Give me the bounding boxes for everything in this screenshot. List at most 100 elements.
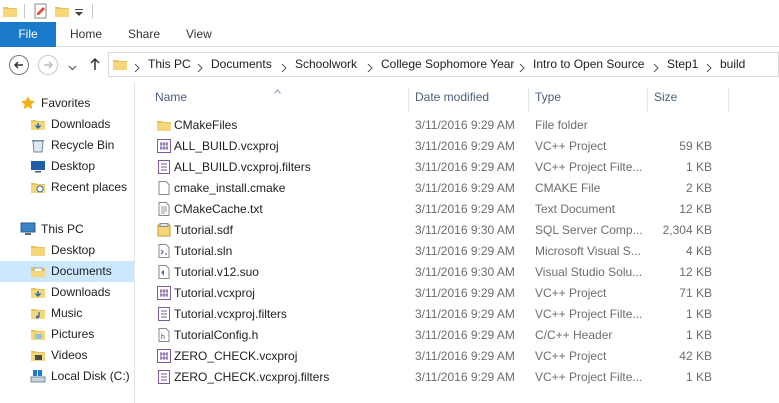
breadcrumb-separator-icon[interactable] — [134, 61, 140, 73]
new-folder-icon[interactable] — [54, 3, 70, 19]
filters-icon — [156, 306, 172, 322]
breadcrumb-intro-to-open-source[interactable]: Intro to Open Source — [533, 53, 644, 76]
file-size: 12 KB — [679, 202, 712, 216]
file-row[interactable]: Tutorial.vcxproj.filters 3/11/2016 9:29 A… — [136, 304, 779, 325]
nav-item-label: Desktop — [51, 159, 96, 173]
navigation-pane: Favorites Downloads Recycle Bin Desktop … — [0, 82, 135, 403]
breadcrumb-schoolwork[interactable]: Schoolwork — [295, 53, 357, 76]
file-row[interactable]: CMakeCache.txt 3/11/2016 9:29 AM Text Docu… — [136, 199, 779, 220]
forward-arrow-icon — [44, 61, 54, 69]
nav-item-label: Recycle Bin — [51, 138, 115, 152]
file-type: SQL Server Comp... — [535, 223, 643, 237]
properties-icon[interactable] — [33, 3, 49, 19]
column-header-name[interactable]: Name — [155, 82, 405, 112]
nav-this-pc-label: This PC — [41, 222, 84, 236]
file-row[interactable]: h TutorialConfig.h 3/11/2016 9:29 AM C/C++ … — [136, 325, 779, 346]
column-header-type[interactable]: Type — [535, 82, 645, 112]
file-date-modified: 3/11/2016 9:29 AM — [415, 244, 515, 258]
breadcrumb-separator-icon[interactable] — [197, 61, 203, 73]
nav-item-label: Documents — [51, 264, 112, 278]
file-name: ZERO_CHECK.vcxproj — [174, 349, 298, 363]
recent-places-icon — [30, 179, 46, 195]
nav-item-downloads[interactable]: Downloads — [0, 114, 134, 135]
file-name: Tutorial.v12.suo — [174, 265, 259, 279]
forward-button[interactable] — [38, 55, 58, 75]
nav-item-desktop[interactable]: Desktop — [0, 240, 134, 261]
customize-toolbar-icon[interactable] — [74, 3, 84, 19]
column-divider[interactable] — [728, 88, 729, 112]
file-row[interactable]: ZERO_CHECK.vcxproj.filters 3/11/2016 9:29… — [136, 367, 779, 388]
folder-icon — [2, 3, 18, 19]
file-size: 1 KB — [685, 160, 712, 174]
file-row[interactable]: ALL_BUILD.vcxproj.filters 3/11/2016 9:29 … — [136, 157, 779, 178]
file-row[interactable]: cmake_install.cmake 3/11/2016 9:29 AM CMAK… — [136, 178, 779, 199]
file-row[interactable]: Tutorial.sdf 3/11/2016 9:30 AM SQL Server … — [136, 220, 779, 241]
nav-item-label: Downloads — [51, 285, 111, 299]
file-name: ZERO_CHECK.vcxproj.filters — [174, 370, 330, 384]
toolbar-divider — [92, 4, 93, 18]
file-type: VC++ Project — [535, 139, 607, 153]
file-size: 1 KB — [685, 328, 712, 342]
file-date-modified: 3/11/2016 9:29 AM — [415, 328, 515, 342]
nav-item-recycle-bin[interactable]: Recycle Bin — [0, 135, 134, 156]
recent-locations-button[interactable] — [68, 61, 77, 71]
header-file-icon: h — [156, 327, 172, 343]
file-row[interactable]: ALL_BUILD.vcxproj 3/11/2016 9:29 AM VC++ P… — [136, 136, 779, 157]
file-list: Name Date modified Type Size CMakeFiles 3… — [136, 82, 779, 403]
breadcrumb-build[interactable]: build — [720, 53, 745, 76]
tab-home[interactable]: Home — [70, 22, 102, 47]
breadcrumb-college-sophomore-year[interactable]: College Sophomore Year — [381, 53, 514, 76]
breadcrumb-documents[interactable]: Documents — [211, 53, 272, 76]
breadcrumb-separator-icon[interactable] — [367, 61, 373, 73]
toolbar-divider — [24, 4, 25, 18]
breadcrumb-separator-icon[interactable] — [519, 61, 525, 73]
column-header-date-modified[interactable]: Date modified — [415, 82, 525, 112]
up-button[interactable] — [88, 57, 102, 71]
nav-item-label: Downloads — [51, 117, 111, 131]
column-header-size[interactable]: Size — [654, 82, 724, 112]
back-button[interactable] — [9, 55, 29, 75]
file-size: 4 KB — [685, 244, 712, 258]
pictures-folder-icon — [30, 326, 46, 342]
nav-this-pc[interactable]: This PC — [0, 219, 134, 240]
nav-item-downloads[interactable]: Downloads — [0, 282, 134, 303]
breadcrumb-separator-icon[interactable] — [653, 61, 659, 73]
file-size: 2 KB — [685, 181, 712, 195]
nav-item-recent-places[interactable]: Recent places — [0, 177, 134, 198]
column-divider[interactable] — [408, 88, 409, 112]
nav-item-pictures[interactable]: Pictures — [0, 324, 134, 345]
nav-favorites[interactable]: Favorites — [0, 93, 134, 114]
column-divider[interactable] — [528, 88, 529, 112]
nav-item-desktop[interactable]: Desktop — [0, 156, 134, 177]
file-type: CMAKE File — [535, 181, 601, 195]
breadcrumb-separator-icon[interactable] — [706, 61, 712, 73]
tab-view[interactable]: View — [186, 22, 212, 47]
file-row[interactable]: Tutorial.sln 3/11/2016 9:29 AM Microsoft V… — [136, 241, 779, 262]
file-name: ALL_BUILD.vcxproj — [174, 139, 279, 153]
file-row[interactable]: ZERO_CHECK.vcxproj 3/11/2016 9:29 AM VC++ … — [136, 346, 779, 367]
nav-item-documents[interactable]: Documents — [0, 261, 134, 282]
file-date-modified: 3/11/2016 9:29 AM — [415, 202, 515, 216]
breadcrumb-this-pc[interactable]: This PC — [148, 53, 191, 76]
tab-file[interactable]: File — [0, 22, 56, 47]
column-divider[interactable] — [647, 88, 648, 112]
file-size: 2,304 KB — [662, 223, 712, 237]
nav-item-local-disk[interactable]: Local Disk (C:) — [0, 366, 134, 387]
file-date-modified: 3/11/2016 9:29 AM — [415, 139, 515, 153]
file-row[interactable]: Tutorial.v12.suo 3/11/2016 9:30 AM Visual … — [136, 262, 779, 283]
ribbon-tabs: File Home Share View — [0, 22, 779, 47]
nav-item-videos[interactable]: Videos — [0, 345, 134, 366]
documents-icon — [30, 263, 46, 279]
tab-share[interactable]: Share — [128, 22, 160, 47]
text-document-icon — [156, 201, 172, 217]
breadcrumb-step1[interactable]: Step1 — [667, 53, 698, 76]
breadcrumb-separator-icon[interactable] — [281, 61, 287, 73]
downloads-folder-icon — [30, 116, 46, 132]
nav-item-music[interactable]: Music — [0, 303, 134, 324]
file-row[interactable]: Tutorial.vcxproj 3/11/2016 9:29 AM VC++ Pr… — [136, 283, 779, 304]
address-bar[interactable]: This PC Documents Schoolwork College Sop… — [108, 52, 779, 77]
file-row[interactable]: CMakeFiles 3/11/2016 9:29 AM File folder — [136, 115, 779, 136]
videos-folder-icon — [30, 347, 46, 363]
filters-icon — [156, 369, 172, 385]
solution-icon — [156, 243, 172, 259]
